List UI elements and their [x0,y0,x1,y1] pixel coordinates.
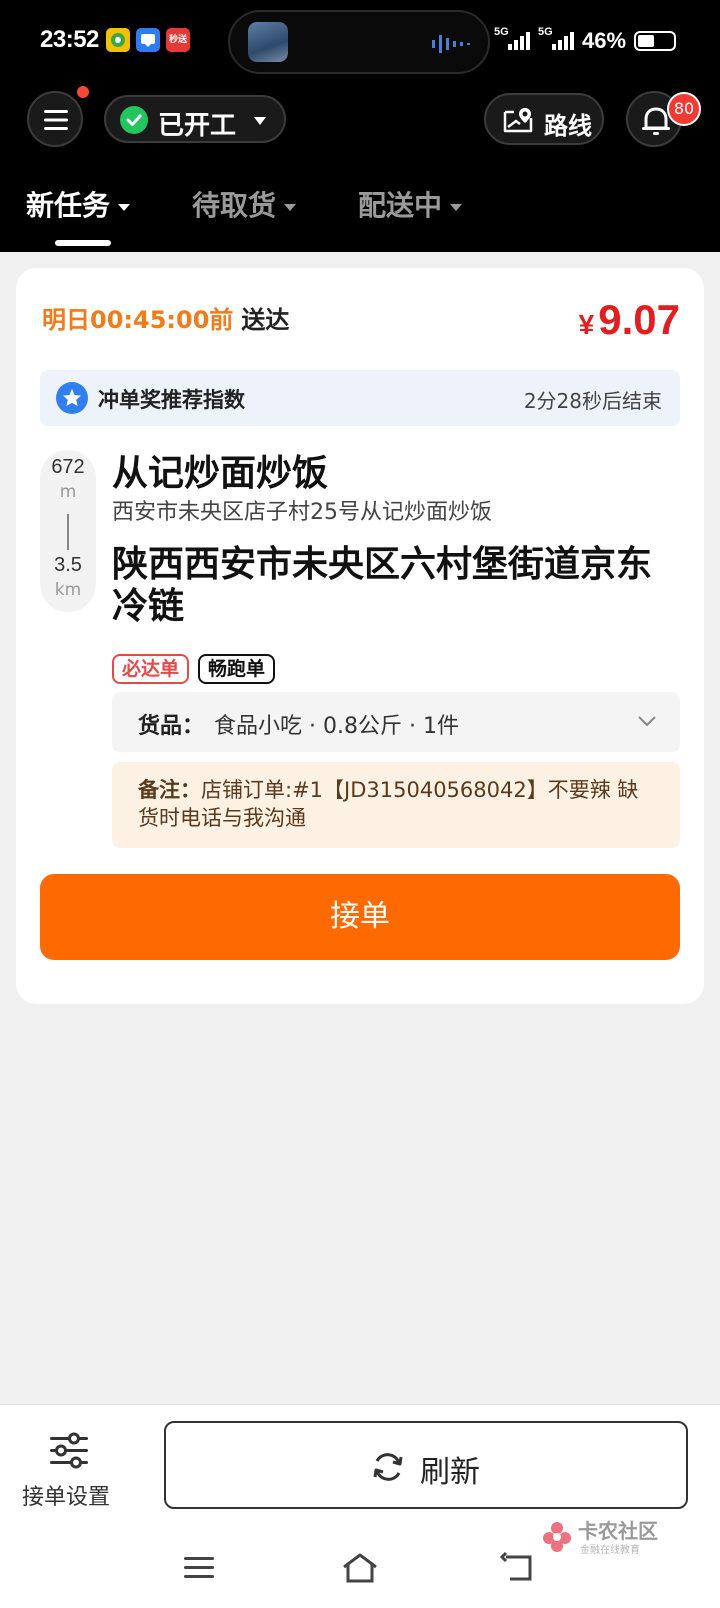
price-value: 9.07 [598,296,680,343]
media-thumbnail [248,22,288,62]
recent-apps-icon[interactable] [180,1551,220,1585]
refresh-icon [373,1453,403,1481]
shop-address: 西安市未央区店子村25号从记炒面炒饭 [112,500,492,525]
pickup-distance: 672 [51,456,85,478]
check-icon [120,106,148,134]
bonus-recommendation-bar: 冲单奖推荐指数 2分28秒后结束 [40,370,680,426]
refresh-button[interactable]: 刷新 [164,1421,688,1509]
signal-icon-2: 5G [538,26,578,54]
caret-down-icon [118,203,131,211]
caret-down-icon [450,203,463,211]
lottery-app-icon [106,28,130,52]
app-header: 已开工 路线 80 新任务 待取货 配送中 [0,84,720,252]
express-app-icon: 秒送 [166,28,190,52]
map-route-icon [503,108,533,133]
watermark-logo [543,1522,571,1552]
tag-guaranteed: 必达单 [112,654,190,684]
star-badge-icon [56,382,88,414]
remark-box: 备注：店铺订单:#1【JD315040568042】不要辣 缺货时电话与我沟通 [112,762,680,848]
pickup-distance-unit: m [59,482,77,502]
battery-fill [638,35,654,47]
active-tab-indicator [55,240,111,246]
tab-new-tasks[interactable]: 新任务 [26,184,131,244]
menu-button[interactable] [27,91,83,147]
delivery-deadline: 明日00:45:00前 送达 [42,300,289,335]
watermark: 卡农社区 金融在线教育 [540,1515,680,1565]
notification-badge: 80 [667,92,701,126]
menu-notification-dot [77,86,89,98]
delivery-distance-unit: km [54,580,82,600]
refresh-label: 刷新 [420,1455,480,1490]
work-status-dropdown[interactable]: 已开工 [104,95,286,143]
signal-icon: 5G [494,26,534,54]
clock: 23:52 [40,26,99,53]
tab-label: 待取货 [192,189,277,222]
chevron-down-icon [638,716,656,727]
battery-icon [634,31,676,51]
distance-connector [67,514,69,550]
remark-value: 店铺订单:#1【JD315040568042】不要辣 缺货时电话与我沟通 [138,778,639,830]
order-card[interactable]: 明日00:45:00前 送达 ¥9.07 冲单奖推荐指数 2分28秒后结束 672… [16,268,704,1004]
tab-label: 配送中 [358,189,443,222]
tab-pending-pickup[interactable]: 待取货 [192,184,297,244]
menu-icon [44,110,68,130]
order-price: ¥9.07 [579,296,680,344]
deadline-time: 明日00:45:00前 [42,306,234,334]
task-tabs: 新任务 待取货 配送中 [0,180,720,252]
tab-label: 新任务 [26,189,111,222]
express-app-text: 秒送 [168,35,187,45]
sliders-icon [50,1432,88,1469]
route-label: 路线 [544,112,592,140]
delivery-distance: 3.5 [54,554,82,576]
currency-symbol: ¥ [578,309,595,340]
deadline-suffix: 送达 [241,306,290,334]
remark-key: 备注： [138,778,201,802]
shop-name: 从记炒面炒饭 [112,453,329,494]
tag-smooth-run: 畅跑单 [198,654,276,684]
back-icon[interactable] [500,1551,540,1585]
order-settings-button[interactable]: 接单设置 [20,1425,120,1515]
work-status-label: 已开工 [158,111,237,141]
order-settings-label: 接单设置 [22,1485,111,1510]
caret-down-icon [284,203,297,211]
destination-address: 陕西西安市未央区六村堡街道京东冷链 [112,544,653,627]
bonus-label: 冲单奖推荐指数 [98,388,245,412]
dynamic-island[interactable] [228,10,490,74]
remark-text: 备注：店铺订单:#1【JD315040568042】不要辣 缺货时电话与我沟通 [138,776,658,832]
accept-order-button[interactable]: 接单 [40,874,680,960]
bonus-countdown: 2分28秒后结束 [523,389,662,413]
status-bar: 23:52 秒送 5G 5G 46% [0,0,720,84]
bottom-bar: 接单设置 刷新 卡农社区 金融在线教育 [0,1404,720,1608]
route-button[interactable]: 路线 [484,93,604,145]
caret-down-icon [254,117,266,125]
watermark-subtitle: 金融在线教育 [580,1545,640,1556]
tab-delivering[interactable]: 配送中 [358,184,463,244]
goods-value: 食品小吃 · 0.8公斤 · 1件 [214,714,459,739]
battery-percent: 46% [582,28,627,53]
home-icon[interactable] [340,1551,380,1585]
watermark-title: 卡农社区 [578,1519,658,1543]
audio-wave-icon [432,35,470,53]
goods-row[interactable]: 货品： 食品小吃 · 0.8公斤 · 1件 [112,692,680,752]
message-app-icon [136,28,160,52]
distance-indicator: 672 m 3.5 km [40,450,96,612]
goods-key: 货品： [138,714,205,739]
